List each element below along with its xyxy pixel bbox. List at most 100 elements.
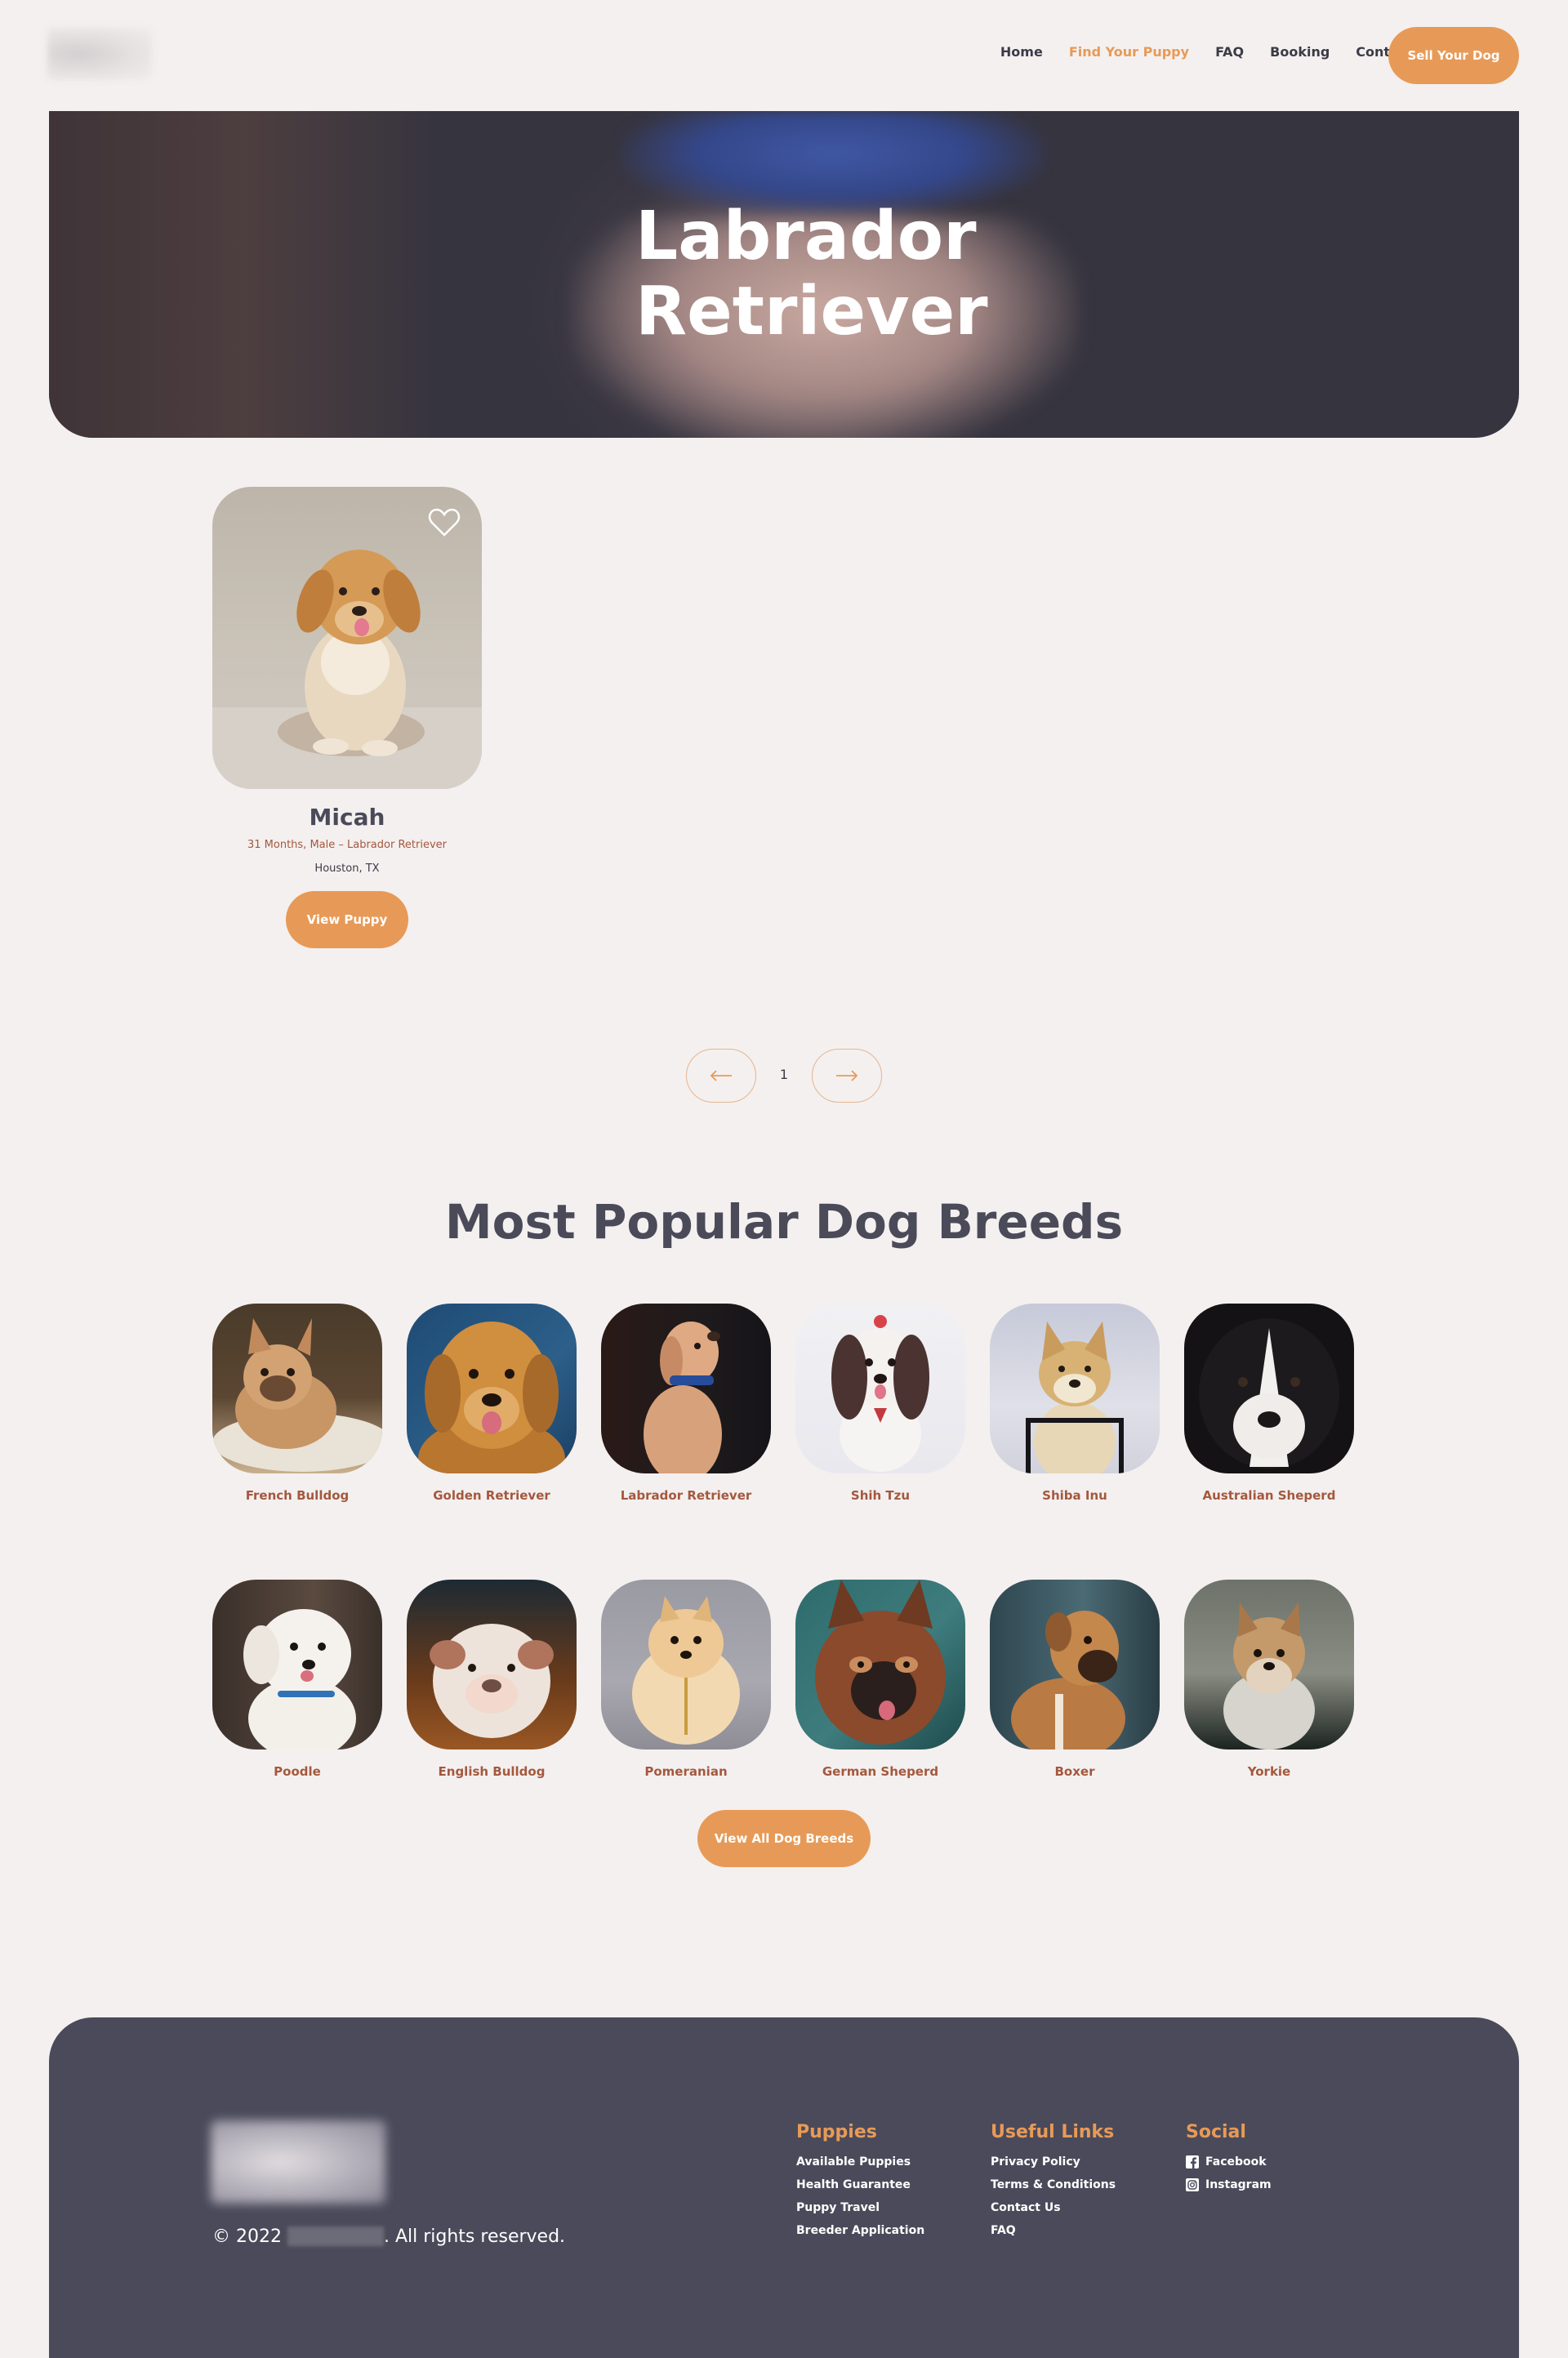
- breed-card-pomeranian[interactable]: Pomeranian: [601, 1580, 771, 1779]
- breed-illustration: [831, 1315, 929, 1472]
- site-header: Home Find Your Puppy FAQ Booking Contact…: [0, 0, 1568, 111]
- breed-illustration: [815, 1580, 946, 1745]
- breed-photo[interactable]: [990, 1304, 1160, 1473]
- copyright-text: © 2022 . All rights reserved.: [212, 2227, 565, 2247]
- breed-card-german-sheperd[interactable]: German Sheperd: [795, 1580, 965, 1779]
- breed-photo[interactable]: [601, 1580, 771, 1750]
- breed-card-english-bulldog[interactable]: English Bulldog: [407, 1580, 577, 1779]
- breed-grid: French Bulldog Golden Retriever Labrador…: [212, 1304, 1356, 1856]
- footer-col-useful-links: Useful Links Privacy Policy Terms & Cond…: [991, 2122, 1116, 2247]
- breed-illustration: [418, 1322, 565, 1473]
- footer-col-puppies: Puppies Available Puppies Health Guarant…: [796, 2122, 924, 2247]
- footer-link-privacy-policy[interactable]: Privacy Policy: [991, 2155, 1116, 2169]
- puppy-details: 31 Months, Male – Labrador Retriever: [247, 839, 447, 851]
- footer-logo[interactable]: [211, 2120, 385, 2204]
- footer-link-available-puppies[interactable]: Available Puppies: [796, 2155, 924, 2169]
- breed-name[interactable]: Boxer: [990, 1764, 1160, 1779]
- breed-photo[interactable]: [601, 1304, 771, 1473]
- heart-icon[interactable]: [428, 508, 461, 537]
- prev-page-button[interactable]: [686, 1049, 756, 1103]
- breed-name[interactable]: Poodle: [212, 1764, 382, 1779]
- footer-link-terms[interactable]: Terms & Conditions: [991, 2178, 1116, 2191]
- footer-col-social: Social Facebook Instagram: [1186, 2122, 1272, 2201]
- arrow-left-icon: [710, 1070, 732, 1081]
- instagram-label: Instagram: [1205, 2178, 1272, 2191]
- breed-card-shih-tzu[interactable]: Shih Tzu: [795, 1304, 965, 1503]
- breed-card-poodle[interactable]: Poodle: [212, 1580, 382, 1779]
- breed-photo[interactable]: [1184, 1580, 1354, 1750]
- nav-faq[interactable]: FAQ: [1215, 44, 1244, 60]
- popular-breeds-heading: Most Popular Dog Breeds: [444, 1194, 1124, 1250]
- breed-photo[interactable]: [212, 1580, 382, 1750]
- breed-card-australian-sheperd[interactable]: Australian Sheperd: [1184, 1304, 1354, 1503]
- breed-name[interactable]: Shiba Inu: [990, 1488, 1160, 1503]
- breed-illustration: [1011, 1611, 1125, 1750]
- footer-heading: Social: [1186, 2122, 1246, 2142]
- sell-your-dog-button[interactable]: Sell Your Dog: [1388, 27, 1519, 84]
- breed-photo[interactable]: [795, 1580, 965, 1750]
- page-title-line1: Labrador: [635, 198, 977, 275]
- breed-card-yorkie[interactable]: Yorkie: [1184, 1580, 1354, 1779]
- nav-find-your-puppy[interactable]: Find Your Puppy: [1069, 44, 1189, 60]
- breed-card-shiba-inu[interactable]: Shiba Inu: [990, 1304, 1160, 1503]
- breed-illustration: [212, 1318, 382, 1472]
- breed-name[interactable]: Labrador Retriever: [601, 1488, 771, 1503]
- site-footer: © 2022 . All rights reserved. Puppies Av…: [49, 2017, 1519, 2358]
- nav-home[interactable]: Home: [1000, 44, 1043, 60]
- facebook-label: Facebook: [1205, 2155, 1267, 2169]
- footer-link-health-guarantee[interactable]: Health Guarantee: [796, 2178, 924, 2191]
- breed-name[interactable]: Pomeranian: [601, 1764, 771, 1779]
- footer-link-instagram[interactable]: Instagram: [1186, 2178, 1272, 2191]
- footer-link-facebook[interactable]: Facebook: [1186, 2155, 1272, 2169]
- breed-card-golden-retriever[interactable]: Golden Retriever: [407, 1304, 577, 1503]
- footer-link-puppy-travel[interactable]: Puppy Travel: [796, 2201, 924, 2214]
- breed-name[interactable]: Shih Tzu: [795, 1488, 965, 1503]
- nav-booking[interactable]: Booking: [1270, 44, 1330, 60]
- redacted-company-name: [287, 2227, 384, 2246]
- breed-illustration: [430, 1624, 554, 1738]
- breed-photo[interactable]: [990, 1580, 1160, 1750]
- arrow-right-icon: [836, 1070, 858, 1081]
- breed-name[interactable]: English Bulldog: [407, 1764, 577, 1779]
- breed-name[interactable]: Yorkie: [1184, 1764, 1354, 1779]
- breed-card-french-bulldog[interactable]: French Bulldog: [212, 1304, 382, 1503]
- facebook-icon: [1186, 2155, 1199, 2169]
- site-logo[interactable]: [47, 28, 152, 80]
- current-page-number[interactable]: 1: [768, 1067, 800, 1082]
- breed-photo[interactable]: [212, 1304, 382, 1473]
- breed-illustration: [1223, 1602, 1315, 1750]
- breed-name[interactable]: French Bulldog: [212, 1488, 382, 1503]
- footer-link-breeder-application[interactable]: Breeder Application: [796, 2224, 924, 2237]
- pagination: 1: [686, 1049, 882, 1103]
- copyright-suffix: . All rights reserved.: [383, 2227, 566, 2247]
- breed-illustration: [644, 1322, 722, 1473]
- breed-name[interactable]: Australian Sheperd: [1184, 1488, 1354, 1503]
- puppy-photo[interactable]: [212, 487, 482, 789]
- breed-card-labrador-retriever[interactable]: Labrador Retriever: [601, 1304, 771, 1503]
- breed-card-boxer[interactable]: Boxer: [990, 1580, 1160, 1779]
- footer-heading: Useful Links: [991, 2122, 1115, 2142]
- breed-name[interactable]: German Sheperd: [795, 1764, 965, 1779]
- breed-illustration: [243, 1609, 356, 1750]
- breed-photo[interactable]: [1184, 1304, 1354, 1473]
- breed-illustration: [1026, 1322, 1124, 1473]
- instagram-icon: [1186, 2178, 1199, 2191]
- puppy-location: Houston, TX: [314, 863, 380, 875]
- footer-link-faq[interactable]: FAQ: [991, 2224, 1116, 2237]
- footer-heading: Puppies: [796, 2122, 877, 2142]
- puppy-card[interactable]: Micah 31 Months, Male – Labrador Retriev…: [212, 487, 482, 948]
- breed-photo[interactable]: [795, 1304, 965, 1473]
- next-page-button[interactable]: [812, 1049, 882, 1103]
- breed-row: Poodle English Bulldog Pomeranian German…: [212, 1580, 1356, 1779]
- page-title: Labrador Retriever: [635, 199, 1027, 350]
- footer-link-contact-us[interactable]: Contact Us: [991, 2201, 1116, 2214]
- breed-photo[interactable]: [407, 1304, 577, 1473]
- breed-row: French Bulldog Golden Retriever Labrador…: [212, 1304, 1356, 1503]
- copyright-prefix: © 2022: [212, 2227, 282, 2247]
- view-all-breeds-button[interactable]: View All Dog Breeds: [697, 1810, 871, 1867]
- puppy-name: Micah: [309, 804, 385, 831]
- hero-banner: Labrador Retriever: [49, 111, 1519, 438]
- breed-name[interactable]: Golden Retriever: [407, 1488, 577, 1503]
- breed-photo[interactable]: [407, 1580, 577, 1750]
- view-puppy-button[interactable]: View Puppy: [286, 891, 408, 948]
